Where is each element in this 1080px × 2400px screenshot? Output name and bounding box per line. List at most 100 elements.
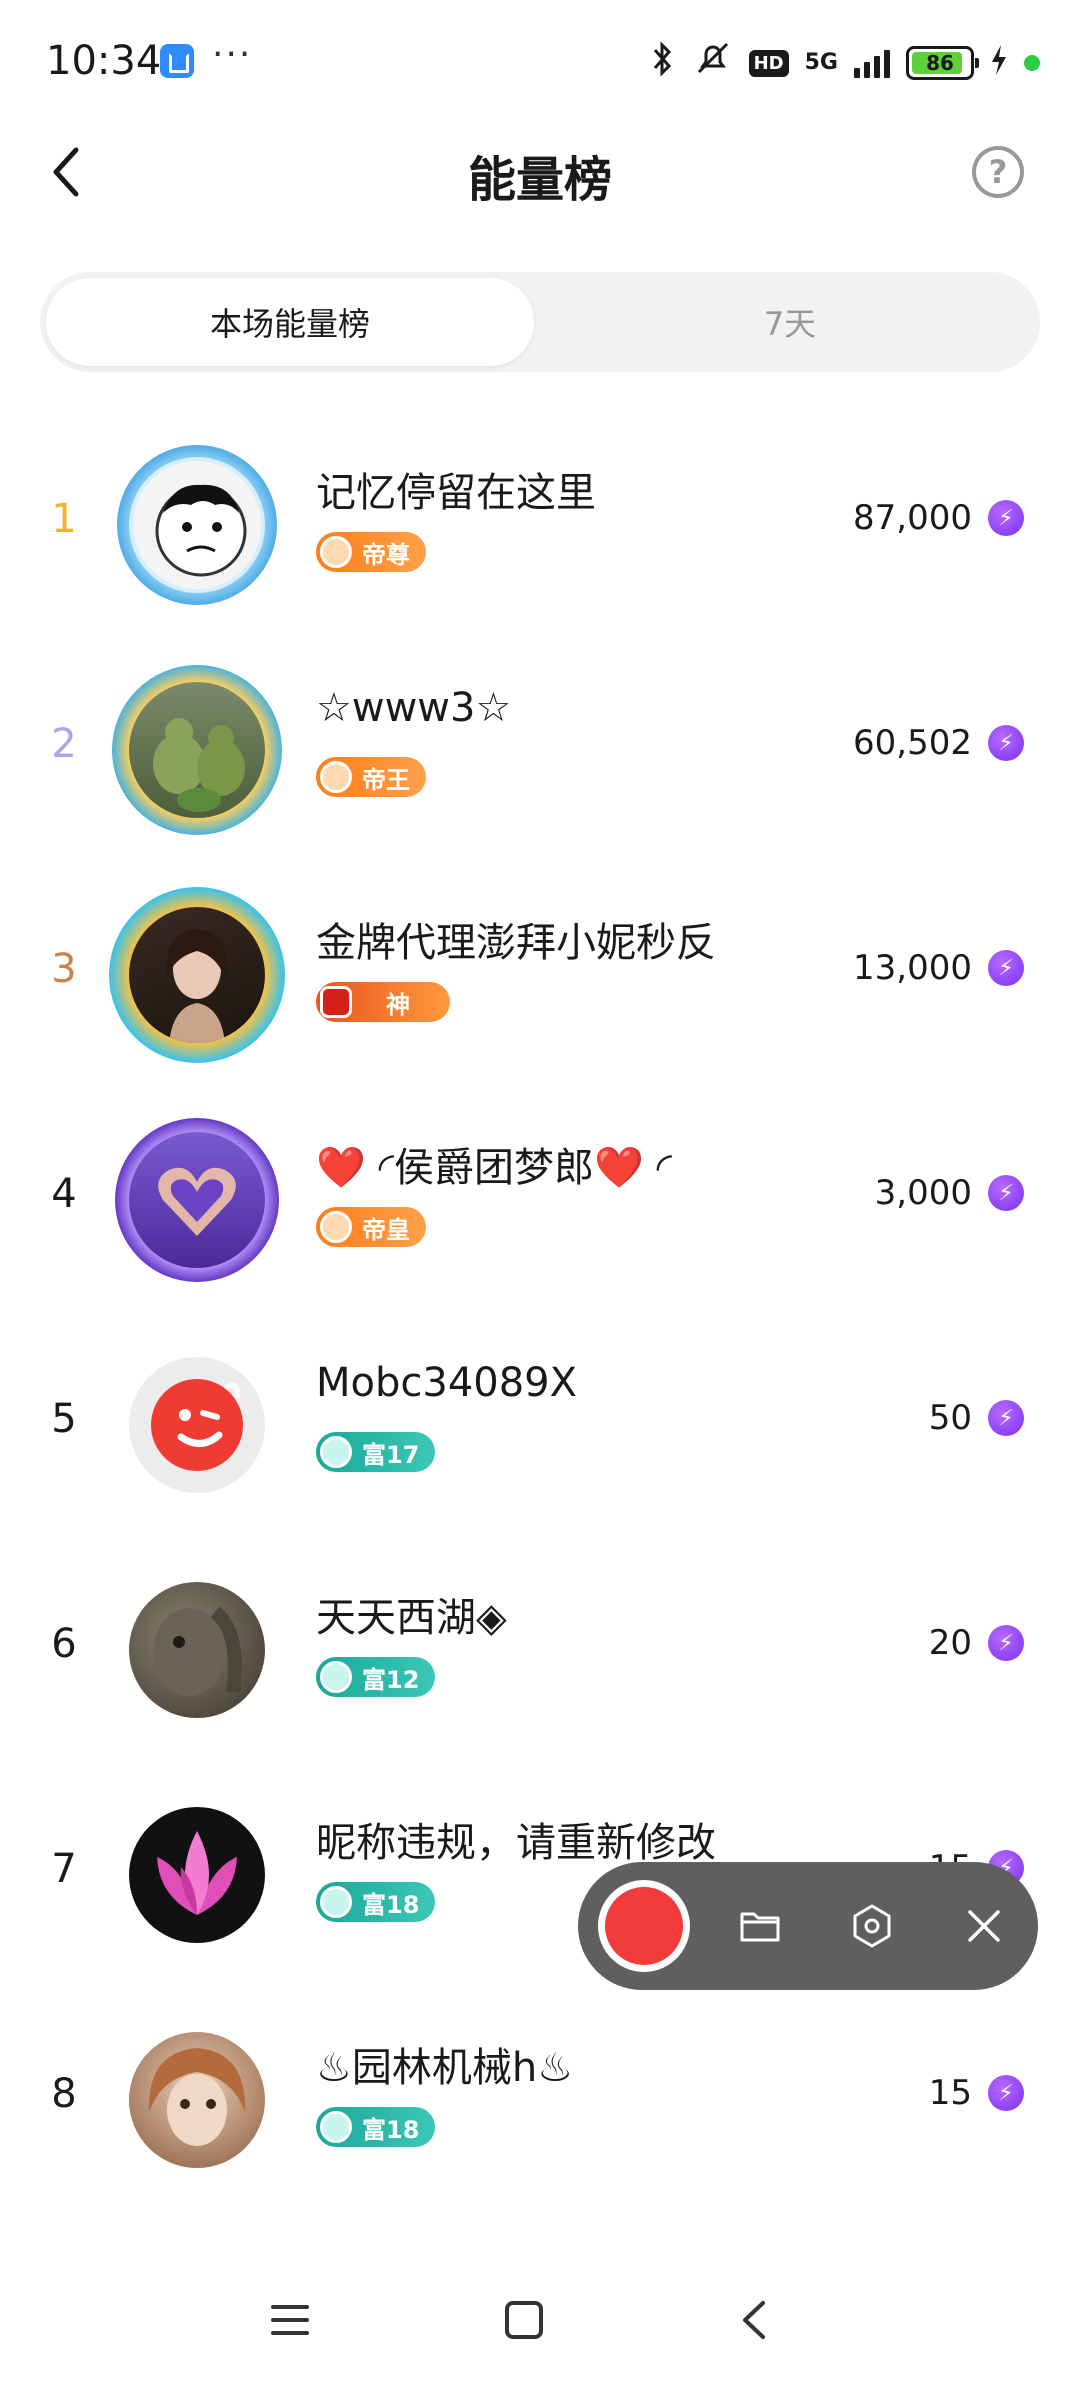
wealth-level-icon <box>320 1436 352 1468</box>
level-icon <box>320 536 352 568</box>
avatar[interactable] <box>112 2015 282 2185</box>
wealth-badge: 富18 <box>316 1882 436 1922</box>
bluetooth-icon <box>649 40 677 86</box>
energy-score: 3,000 <box>874 1173 972 1213</box>
status-bar: 10:34 ··· HD 5G 86 <box>0 0 1080 120</box>
home-button[interactable] <box>484 2280 564 2360</box>
tab-7-days[interactable]: 7天 <box>540 272 1040 372</box>
avatar[interactable] <box>112 1790 282 1960</box>
more-notifications-icon: ··· <box>212 34 253 75</box>
close-icon <box>968 1910 1000 1942</box>
wealth-badge: 富18 <box>316 2107 436 2147</box>
user-name: 天天西湖◈ <box>316 1595 507 1641</box>
recent-apps-button[interactable] <box>250 2280 330 2360</box>
user-name: ❤️ ◜侯爵团梦郎❤️ ◜ <box>316 1145 673 1191</box>
hd-icon: HD <box>748 49 789 77</box>
rank-number: 7 <box>51 1846 77 1892</box>
rank-number: 8 <box>51 2071 77 2117</box>
energy-score: 15 <box>928 2073 972 2113</box>
help-button[interactable]: ? <box>972 146 1024 198</box>
back-icon <box>743 2301 765 2339</box>
energy-score: 13,000 <box>853 948 972 988</box>
rank-number: 3 <box>51 946 77 992</box>
rank-number: 2 <box>51 721 77 767</box>
user-name: ♨园林机械h♨ <box>316 2045 574 2091</box>
energy-score: 20 <box>928 1623 972 1663</box>
ranking-row[interactable]: 3 金牌代理澎拜小妮秒反 神 13,000 ⚡ <box>0 870 1080 1095</box>
screen-recorder-toolbar <box>578 1862 1038 1990</box>
privacy-indicator-icon <box>1024 55 1040 71</box>
folder-icon <box>740 1912 780 1942</box>
mute-icon <box>693 40 733 86</box>
wealth-badge: 富17 <box>316 1432 436 1472</box>
heart-hands-image-icon <box>158 1167 236 1236</box>
avatar[interactable] <box>112 1340 282 1510</box>
user-name: 昵称违规，请重新修改 <box>316 1820 716 1866</box>
wink-face-icon <box>151 1379 243 1471</box>
energy-score: 87,000 <box>853 498 972 538</box>
page-title: 能量榜 <box>467 152 612 208</box>
avatar[interactable] <box>112 1565 282 1735</box>
doll-image-icon <box>148 2048 246 2146</box>
battery-icon: 86 <box>906 46 979 80</box>
header: 能量榜 ? <box>0 120 1080 230</box>
wealth-level-icon <box>320 1661 352 1693</box>
level-badge: 神 <box>316 982 450 1022</box>
level-badge: 帝王 <box>316 757 426 797</box>
avatar[interactable] <box>112 440 282 610</box>
avatar[interactable] <box>112 1115 282 1285</box>
folder-button[interactable] <box>730 1896 790 1956</box>
settings-button[interactable] <box>842 1896 902 1956</box>
energy-score: 50 <box>928 1398 972 1438</box>
settings-icon <box>853 1904 891 1948</box>
ranking-row[interactable]: 1 记忆停留在这里 帝尊 87,000 ⚡ <box>0 420 1080 645</box>
tab-bar: 本场能量榜 7天 <box>40 272 1040 372</box>
charging-icon <box>990 44 1008 82</box>
level-icon <box>320 761 352 793</box>
signal-icon <box>854 48 890 78</box>
5g-icon: 5G <box>804 50 838 75</box>
rank-number: 5 <box>51 1396 77 1442</box>
system-navigation-bar <box>0 2240 1080 2400</box>
user-name: 金牌代理澎拜小妮秒反 <box>316 920 716 966</box>
energy-score: 60,502 <box>853 723 972 763</box>
avatar[interactable] <box>109 887 285 1063</box>
ranking-row[interactable]: 6 天天西湖◈ 富12 20 ⚡ <box>0 1545 1080 1770</box>
ranking-row[interactable]: 2 ☆www3☆ 帝王 60,502 ⚡ <box>0 645 1080 870</box>
energy-icon: ⚡ <box>988 1175 1024 1211</box>
close-button[interactable] <box>954 1896 1014 1956</box>
user-name: Mobc34089X <box>316 1360 578 1406</box>
status-time: 10:34 <box>46 38 162 84</box>
tab-current-energy-ranking[interactable]: 本场能量榜 <box>46 278 534 366</box>
ranking-row[interactable]: 4 ❤️ ◜侯爵团梦郎❤️ ◜ 帝皇 3,000 ⚡ <box>0 1095 1080 1320</box>
ranking-row[interactable]: 8 ♨园林机械h♨ 富18 15 ⚡ <box>0 1995 1080 2220</box>
rank-number: 6 <box>51 1621 77 1667</box>
portrait-image-icon <box>166 929 228 1043</box>
energy-icon: ⚡ <box>988 950 1024 986</box>
energy-icon: ⚡ <box>988 725 1024 761</box>
energy-icon: ⚡ <box>988 1625 1024 1661</box>
energy-icon: ⚡ <box>988 2075 1024 2111</box>
ranking-row[interactable]: 5 Mobc34089X 富17 50 ⚡ <box>0 1320 1080 1545</box>
statue-image-icon <box>153 1606 242 1696</box>
level-badge: 帝尊 <box>316 532 426 572</box>
energy-icon: ⚡ <box>988 1400 1024 1436</box>
level-badge: 帝皇 <box>316 1207 426 1247</box>
level-icon <box>320 986 352 1018</box>
rank-number: 4 <box>51 1171 77 1217</box>
user-name: 记忆停留在这里 <box>316 470 596 516</box>
wealth-level-icon <box>320 2111 352 2143</box>
menu-icon <box>271 2305 309 2335</box>
avatar[interactable] <box>112 665 282 835</box>
user-name: ☆www3☆ <box>316 685 512 731</box>
gourd-image-icon <box>153 718 245 812</box>
wealth-badge: 富12 <box>316 1657 436 1697</box>
lotus-image-icon <box>157 1831 237 1915</box>
battery-level: 86 <box>926 51 954 75</box>
energy-icon: ⚡ <box>988 500 1024 536</box>
level-icon <box>320 1211 352 1243</box>
status-icons: HD 5G 86 <box>649 40 1040 86</box>
record-button[interactable] <box>598 1880 690 1972</box>
back-nav-button[interactable] <box>716 2280 796 2360</box>
rank-number: 1 <box>51 496 77 542</box>
